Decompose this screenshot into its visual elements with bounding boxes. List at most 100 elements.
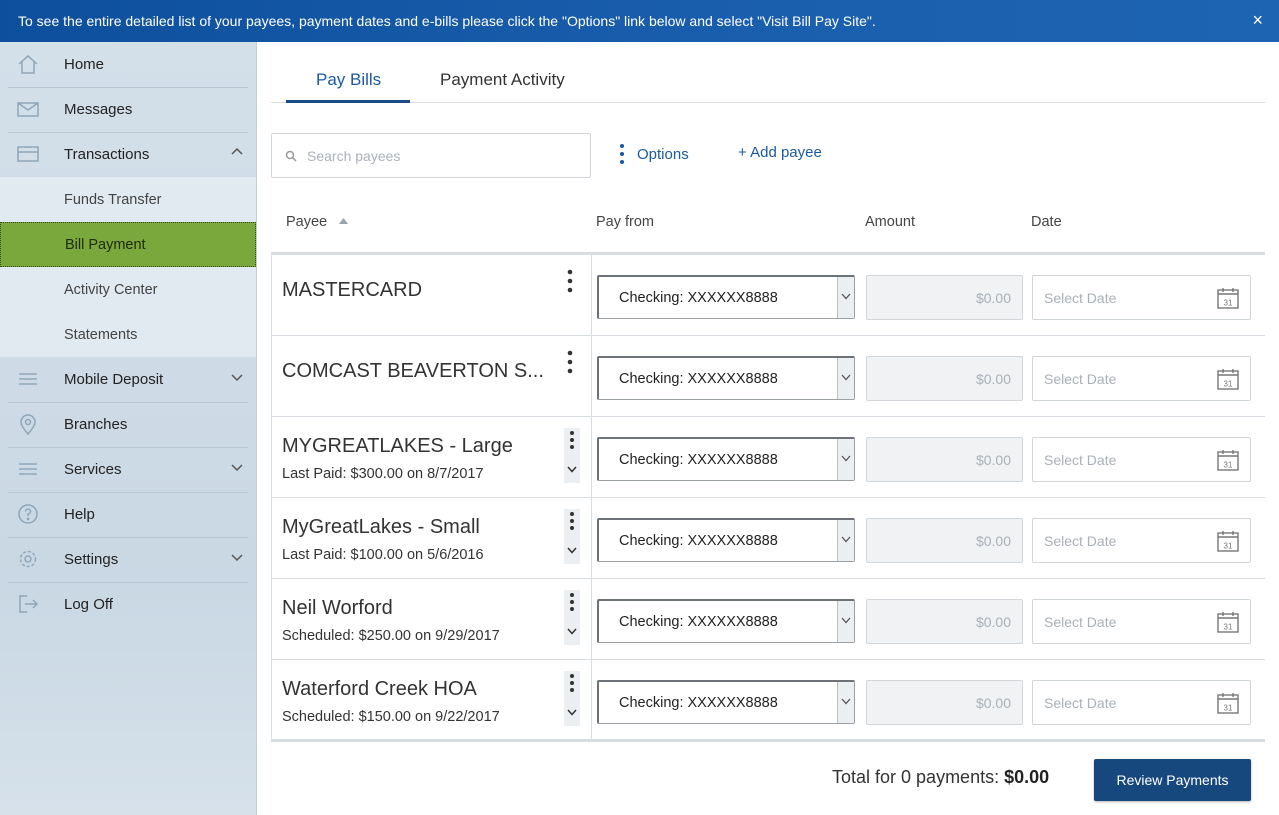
payee-menu-toggle[interactable] [564, 509, 580, 564]
calendar-icon[interactable]: 31 [1216, 610, 1240, 634]
add-payee-link[interactable]: + Add payee [738, 144, 822, 161]
date-input[interactable] [1044, 693, 1194, 713]
sidebar-item-funds-transfer[interactable]: Funds Transfer [0, 177, 256, 222]
date-field: 31 [1032, 518, 1251, 563]
calendar-day: 31 [1224, 461, 1233, 470]
amount-field [866, 518, 1023, 563]
column-header-amount: Amount [865, 214, 915, 230]
payee-status: Scheduled: $250.00 on 9/29/2017 [282, 628, 500, 644]
chevron-down-icon [841, 698, 851, 705]
chevron-down-icon [841, 293, 851, 300]
pay-from-select[interactable]: Checking: XXXXXX8888 [597, 356, 855, 400]
column-header-label: Payee [286, 214, 328, 230]
amount-input[interactable] [873, 531, 1011, 551]
tab-payment-activity[interactable]: Payment Activity [440, 70, 565, 90]
sidebar-item-bill-payment[interactable]: Bill Payment [0, 222, 256, 267]
pay-from-select[interactable]: Checking: XXXXXX8888 [597, 518, 855, 562]
pay-from-select[interactable]: Checking: XXXXXX8888 [597, 275, 855, 319]
table-row: Waterford Creek HOA Scheduled: $150.00 o… [272, 660, 1265, 741]
sidebar-item-log-off[interactable]: Log Off [0, 582, 248, 627]
table-row: MyGreatLakes - Small Last Paid: $100.00 … [272, 498, 1265, 579]
date-input[interactable] [1044, 450, 1194, 470]
tab-pay-bills[interactable]: Pay Bills [316, 70, 381, 90]
payee-name: Neil Worford [282, 597, 393, 619]
column-header-payee[interactable]: Payee [286, 214, 349, 230]
date-field: 31 [1032, 599, 1251, 644]
search-input[interactable] [307, 145, 577, 167]
review-payments-button[interactable]: Review Payments [1094, 759, 1251, 801]
column-header-pay-from: Pay from [596, 214, 655, 230]
more-vertical-icon [570, 512, 574, 530]
sidebar-item-home[interactable]: Home [0, 42, 248, 87]
payee-name: Waterford Creek HOA [282, 678, 477, 700]
card-icon [17, 146, 39, 162]
calendar-icon[interactable]: 31 [1216, 286, 1240, 310]
amount-input[interactable] [873, 450, 1011, 470]
pay-from-value: Checking: XXXXXX8888 [619, 533, 778, 549]
calendar-icon[interactable]: 31 [1216, 529, 1240, 553]
banner-text: To see the entire detailed list of your … [18, 13, 876, 29]
payee-status: Scheduled: $150.00 on 9/22/2017 [282, 709, 500, 725]
date-input[interactable] [1044, 288, 1194, 308]
chevron-up-icon [231, 147, 243, 155]
date-field: 31 [1032, 356, 1251, 401]
sidebar-item-label: Activity Center [64, 281, 158, 298]
options-link[interactable]: Options [619, 142, 689, 166]
date-input[interactable] [1044, 369, 1194, 389]
payee-name: MYGREATLAKES - Large [282, 435, 513, 457]
options-label: Options [637, 145, 689, 163]
amount-input[interactable] [873, 693, 1011, 713]
more-vertical-icon[interactable] [565, 268, 575, 294]
sidebar-item-services[interactable]: Services [0, 447, 248, 492]
more-vertical-icon [620, 144, 624, 164]
sidebar-item-label: Settings [64, 551, 119, 568]
payee-menu-toggle[interactable] [564, 428, 580, 483]
calendar-icon[interactable]: 31 [1216, 448, 1240, 472]
sidebar-item-activity-center[interactable]: Activity Center [0, 267, 256, 312]
calendar-icon[interactable]: 31 [1216, 367, 1240, 391]
sidebar-item-label: Messages [64, 101, 133, 118]
menu-lines-icon [19, 373, 37, 385]
amount-field [866, 356, 1023, 401]
amount-input[interactable] [873, 369, 1011, 389]
date-input[interactable] [1044, 531, 1194, 551]
payee-name: MyGreatLakes - Small [282, 516, 480, 538]
calendar-day: 31 [1224, 542, 1233, 551]
amount-input[interactable] [873, 288, 1011, 308]
sidebar-item-label: Bill Payment [65, 236, 146, 253]
sidebar-item-help[interactable]: Help [0, 492, 248, 537]
payee-menu-toggle[interactable] [564, 590, 580, 645]
pay-from-value: Checking: XXXXXX8888 [619, 371, 778, 387]
total-label: Total for 0 payments: [832, 767, 1000, 787]
sidebar-item-messages[interactable]: Messages [0, 87, 248, 132]
date-input[interactable] [1044, 612, 1194, 632]
more-vertical-icon[interactable] [565, 349, 575, 375]
sort-ascending-icon [339, 218, 349, 224]
sidebar-item-branches[interactable]: Branches [0, 402, 248, 447]
sidebar-item-label: Home [64, 56, 105, 73]
sidebar-item-settings[interactable]: Settings [0, 537, 248, 582]
chevron-down-icon [841, 374, 851, 381]
calendar-day: 31 [1224, 704, 1233, 713]
sidebar-item-mobile-deposit[interactable]: Mobile Deposit [0, 357, 248, 402]
more-vertical-icon [570, 593, 574, 611]
calendar-icon[interactable]: 31 [1216, 691, 1240, 715]
pay-from-value: Checking: XXXXXX8888 [619, 614, 778, 630]
sidebar-item-label: Branches [64, 416, 128, 433]
close-icon[interactable]: × [1252, 11, 1263, 29]
chevron-down-icon [231, 464, 243, 472]
pay-from-select[interactable]: Checking: XXXXXX8888 [597, 680, 855, 724]
payee-status: Last Paid: $100.00 on 5/6/2016 [282, 547, 484, 563]
chevron-down-icon [567, 709, 577, 716]
sidebar-item-transactions[interactable]: Transactions [0, 132, 248, 177]
pay-from-select[interactable]: Checking: XXXXXX8888 [597, 437, 855, 481]
sidebar-item-statements[interactable]: Statements [0, 312, 256, 357]
chevron-down-icon [231, 374, 243, 382]
amount-input[interactable] [873, 612, 1011, 632]
chevron-down-icon [567, 547, 577, 554]
sidebar-item-label: Log Off [64, 596, 113, 613]
pay-from-select[interactable]: Checking: XXXXXX8888 [597, 599, 855, 643]
help-icon [18, 504, 38, 524]
calendar-day: 31 [1224, 299, 1233, 308]
payee-menu-toggle[interactable] [564, 671, 580, 726]
